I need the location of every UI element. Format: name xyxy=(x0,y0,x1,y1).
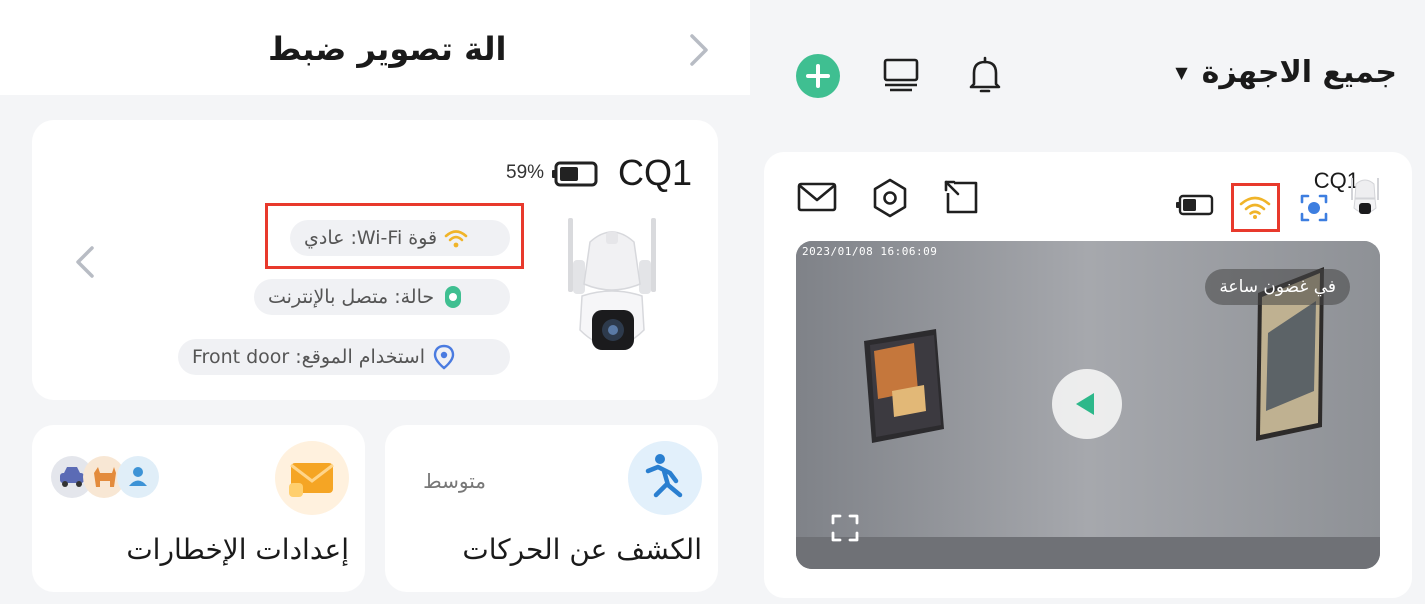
device-grid-icon[interactable] xyxy=(880,54,922,96)
location-text: استخدام الموقع: Front door xyxy=(192,346,425,368)
envelope-icon xyxy=(275,441,349,515)
dropdown-caret-icon: ▼ xyxy=(1175,63,1188,82)
wifi-highlight-box xyxy=(1231,183,1280,232)
motion-sensitivity-value: متوسط xyxy=(423,469,486,493)
camera-name: CQ1 xyxy=(618,152,693,193)
battery-icon xyxy=(552,161,598,187)
add-device-button[interactable] xyxy=(796,54,840,98)
battery-icon xyxy=(1176,194,1214,216)
online-status-icon xyxy=(440,284,466,310)
add-icon xyxy=(806,64,830,88)
camera-settings-panel: الة تصوير ضبط CQ1 59% قوة Wi-Fi: عادي حا… xyxy=(0,0,750,604)
motion-detection-tile[interactable]: متوسط الكشف عن الحركات xyxy=(385,425,718,592)
settings-header: الة تصوير ضبط xyxy=(0,0,750,95)
notification-settings-title: إعدادات الإخطارات xyxy=(126,533,349,566)
camera-thumbnail-icon xyxy=(1351,178,1379,214)
all-devices-label: جميع الاجهزة xyxy=(1201,55,1397,90)
motion-icon xyxy=(628,441,702,515)
event-time-badge: في غضون ساعة xyxy=(1205,269,1350,305)
notification-settings-tile[interactable]: إعدادات الإخطارات xyxy=(32,425,365,592)
alert-type-icons xyxy=(51,456,159,498)
ai-detect-icon xyxy=(1300,194,1328,222)
play-icon xyxy=(1076,393,1094,415)
back-chevron-icon[interactable] xyxy=(682,30,716,70)
location-pin-icon xyxy=(431,344,457,370)
wifi-highlight-box xyxy=(265,203,524,269)
location-pill: استخدام الموقع: Front door xyxy=(178,339,510,375)
person-icon xyxy=(117,456,159,498)
previous-chevron-icon[interactable] xyxy=(70,242,100,282)
camera-device-image xyxy=(568,218,656,350)
mail-icon[interactable] xyxy=(795,176,839,220)
fullscreen-icon[interactable] xyxy=(830,513,860,543)
page-title: الة تصوير ضبط xyxy=(268,30,507,68)
bell-icon[interactable] xyxy=(964,54,1006,96)
all-devices-dropdown[interactable]: جميع الاجهزة ▼ xyxy=(1175,55,1397,90)
motion-detection-title: الكشف عن الحركات xyxy=(462,533,702,566)
status-text: حالة: متصل بالإنترنت xyxy=(268,286,435,308)
status-pill: حالة: متصل بالإنترنت xyxy=(254,279,510,315)
settings-icon[interactable] xyxy=(868,176,912,220)
battery-percent: 59% xyxy=(506,162,545,183)
camera-live-preview[interactable]: 2023/01/08 16:06:09 في غضون ساعة xyxy=(796,241,1380,569)
share-icon[interactable] xyxy=(940,176,984,220)
play-button[interactable] xyxy=(1052,369,1122,439)
video-timestamp: 2023/01/08 16:06:09 xyxy=(802,245,938,258)
